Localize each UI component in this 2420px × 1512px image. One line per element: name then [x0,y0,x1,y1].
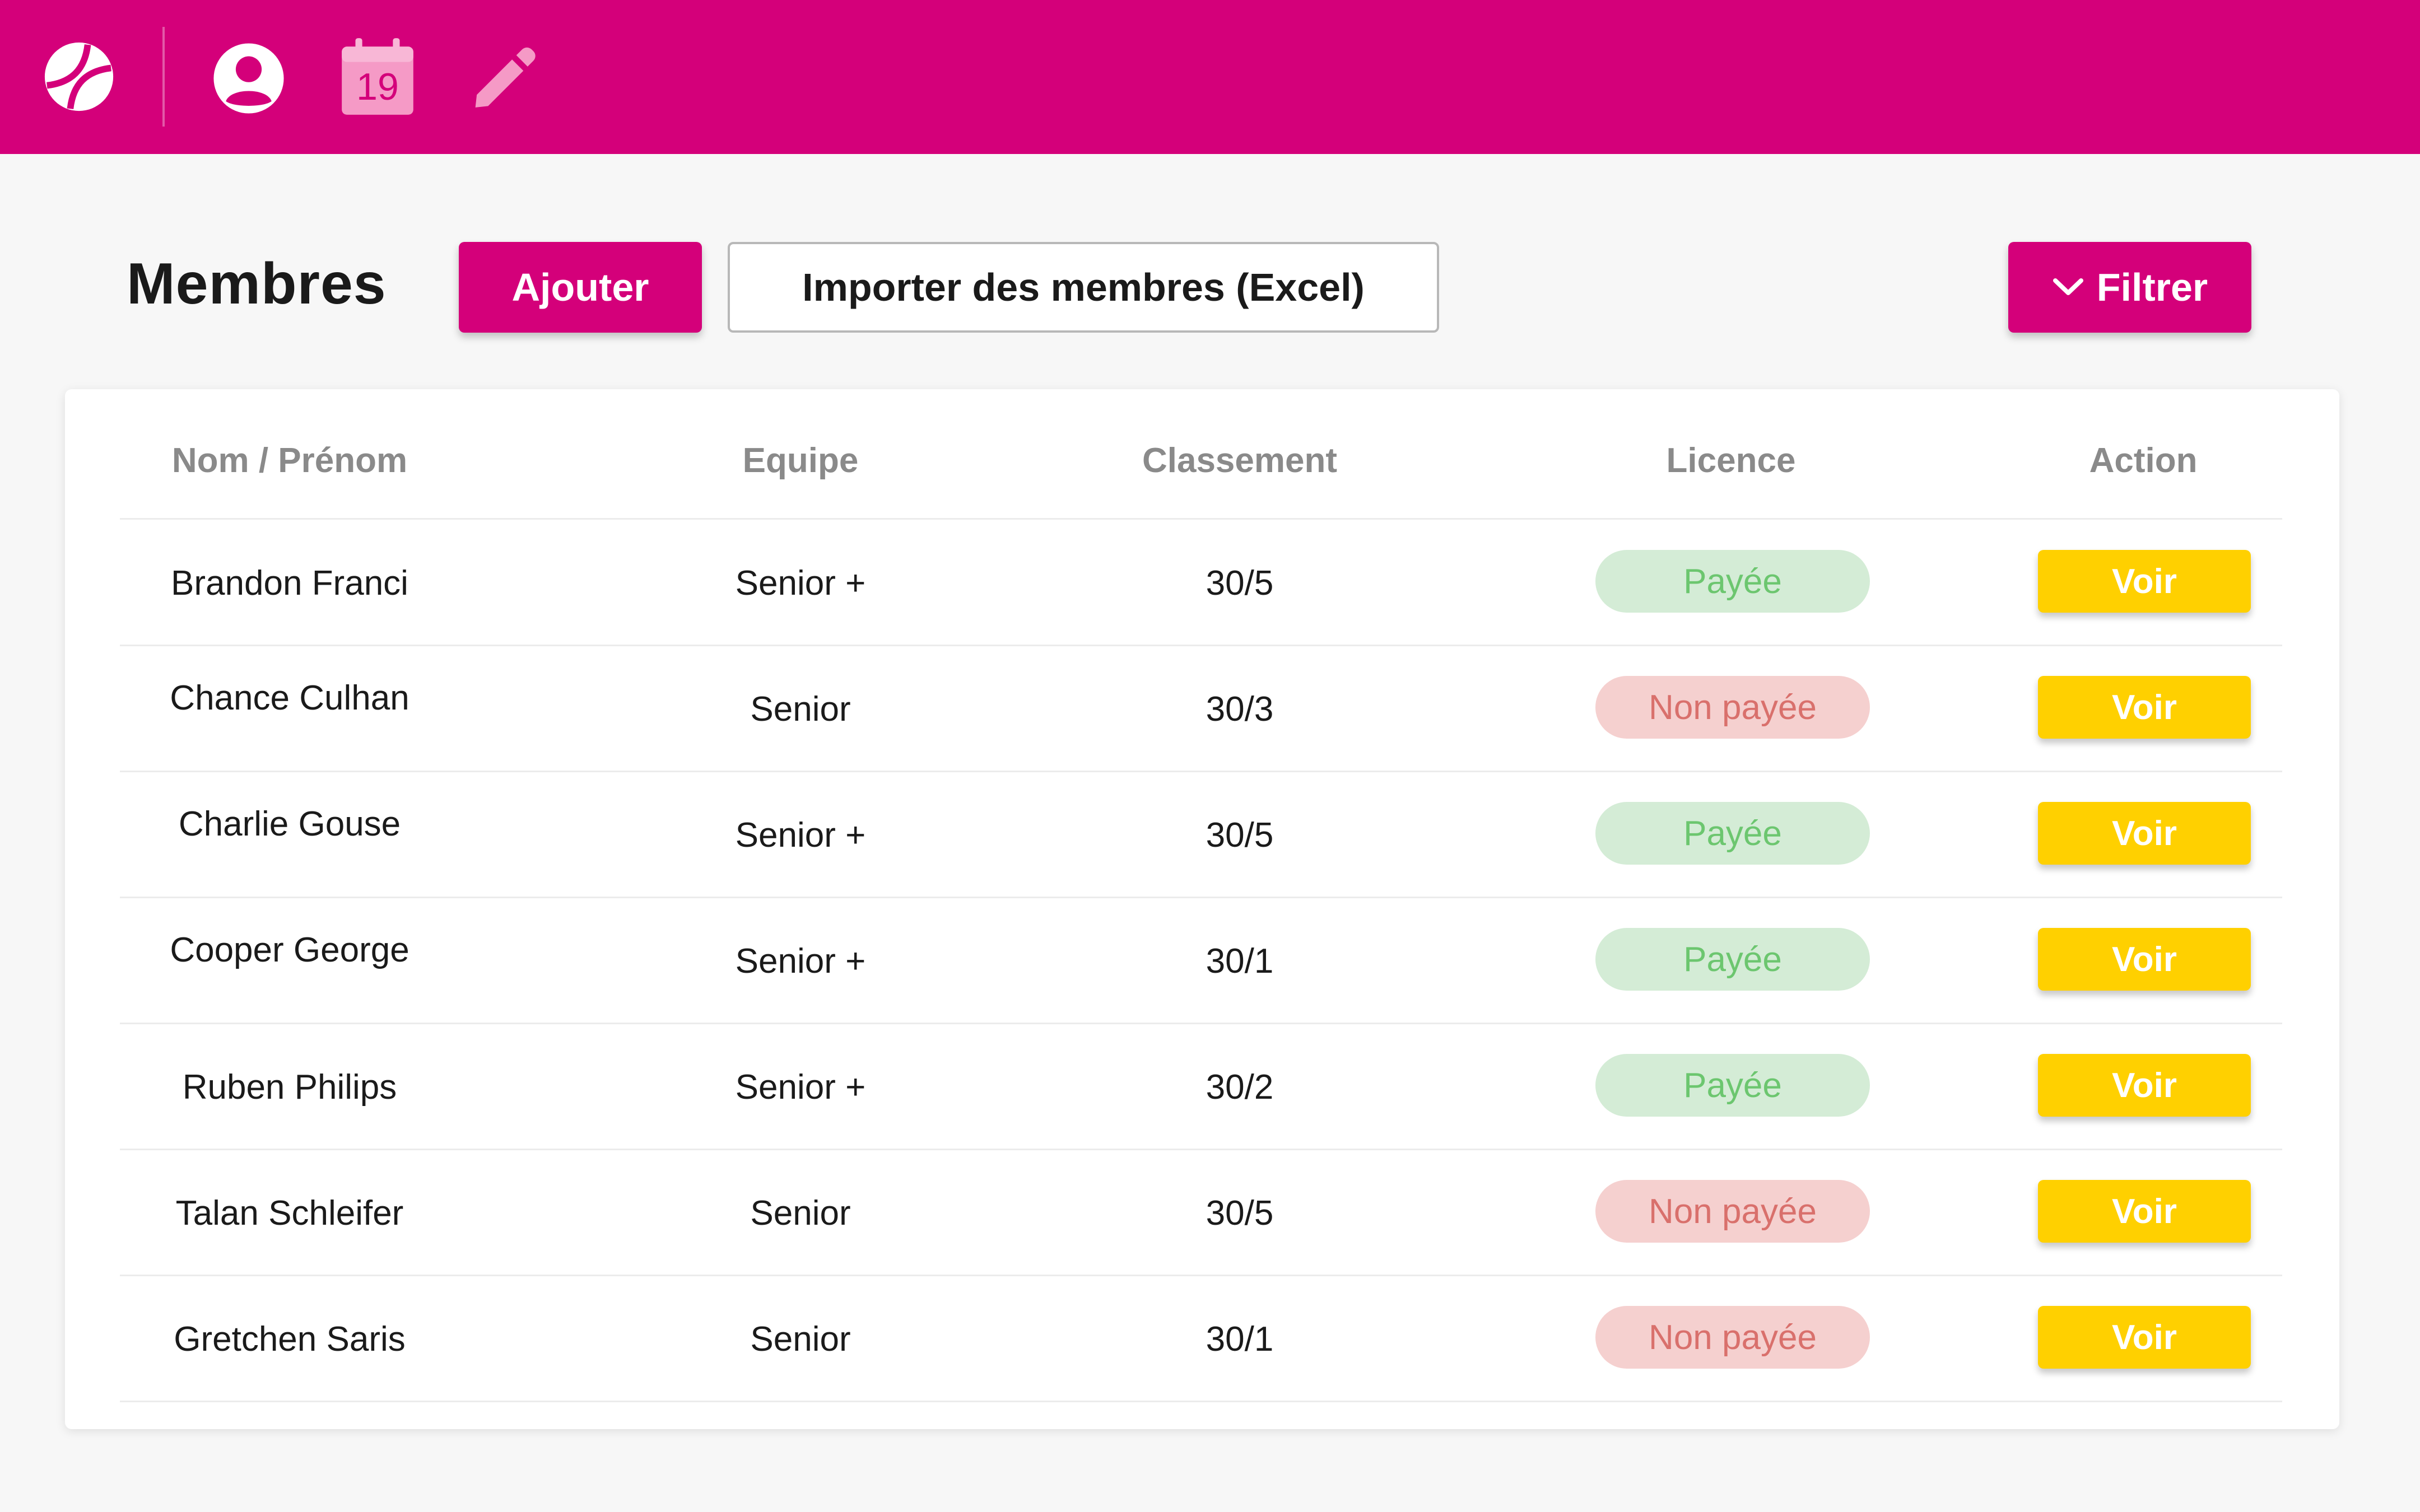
member-name: Brandon Franci [171,564,408,603]
member-rank: 30/1 [1206,942,1274,981]
view-member-button[interactable]: Voir [2038,1306,2251,1369]
import-members-button[interactable]: Importer des membres (Excel) [728,242,1439,333]
column-header-license: Licence [1666,441,1796,480]
pencil-icon[interactable] [468,43,539,113]
member-name: Chance Culhan [170,679,409,717]
table-header: Nom / Prénom Equipe Classement Licence A… [65,389,2339,515]
table-row: Talan Schleifer Senior 30/5 Non payée Vo… [65,1150,2339,1276]
navbar-divider [162,27,165,127]
member-name: Ruben Philips [182,1068,397,1107]
member-name: Cooper George [170,931,409,969]
license-status-badge: Payée [1595,550,1870,613]
license-status-badge: Non payée [1595,1180,1870,1243]
license-status-badge: Payée [1595,802,1870,865]
member-rank: 30/3 [1206,690,1274,729]
member-rank: 30/5 [1206,1194,1274,1233]
calendar-icon[interactable]: 19 [335,35,420,120]
license-status-badge: Payée [1595,928,1870,991]
view-member-button[interactable]: Voir [2038,1054,2251,1117]
table-row: Chance Culhan Senior 30/3 Non payée Voir [65,646,2339,772]
member-team: Senior + [735,816,866,855]
view-member-button[interactable]: Voir [2038,676,2251,739]
table-row: Cooper George Senior + 30/1 Payée Voir [65,898,2339,1024]
filter-button[interactable]: Filtrer [2008,242,2251,333]
view-member-button[interactable]: Voir [2038,1180,2251,1243]
license-status-badge: Non payée [1595,1306,1870,1369]
member-team: Senior [750,1320,851,1359]
member-rank: 30/1 [1206,1320,1274,1359]
filter-label: Filtrer [2096,265,2208,309]
member-name: Charlie Gouse [178,805,401,843]
row-divider [120,1401,2282,1402]
license-status-badge: Non payée [1595,676,1870,739]
column-header-action: Action [2089,441,2198,480]
members-table: Nom / Prénom Equipe Classement Licence A… [65,389,2339,1429]
table-row: Charlie Gouse Senior + 30/5 Payée Voir [65,772,2339,898]
view-member-button[interactable]: Voir [2038,802,2251,865]
tennis-ball-icon[interactable] [43,40,115,113]
member-team: Senior + [735,942,866,981]
member-rank: 30/2 [1206,1068,1274,1107]
table-row: Gretchen Saris Senior 30/1 Non payée Voi… [65,1276,2339,1402]
user-icon[interactable] [211,40,287,116]
column-header-rank: Classement [1142,441,1338,480]
page-title: Membres [127,251,387,316]
calendar-day: 19 [356,66,399,108]
member-name: Talan Schleifer [175,1194,404,1233]
member-team: Senior [750,690,851,729]
member-rank: 30/5 [1206,564,1274,603]
table-row: Ruben Philips Senior + 30/2 Payée Voir [65,1024,2339,1150]
column-header-name: Nom / Prénom [171,441,408,480]
member-rank: 30/5 [1206,816,1274,855]
view-member-button[interactable]: Voir [2038,928,2251,991]
table-row: Brandon Franci Senior + 30/5 Payée Voir [65,520,2339,646]
column-header-team: Equipe [742,441,859,480]
add-member-button[interactable]: Ajouter [459,242,702,333]
license-status-badge: Payée [1595,1054,1870,1117]
view-member-button[interactable]: Voir [2038,550,2251,613]
member-team: Senior + [735,564,866,603]
member-name: Gretchen Saris [174,1320,406,1359]
member-team: Senior [750,1194,851,1233]
chevron-down-icon [2053,278,2083,295]
top-navbar: 19 [0,0,2420,154]
member-team: Senior + [735,1068,866,1107]
